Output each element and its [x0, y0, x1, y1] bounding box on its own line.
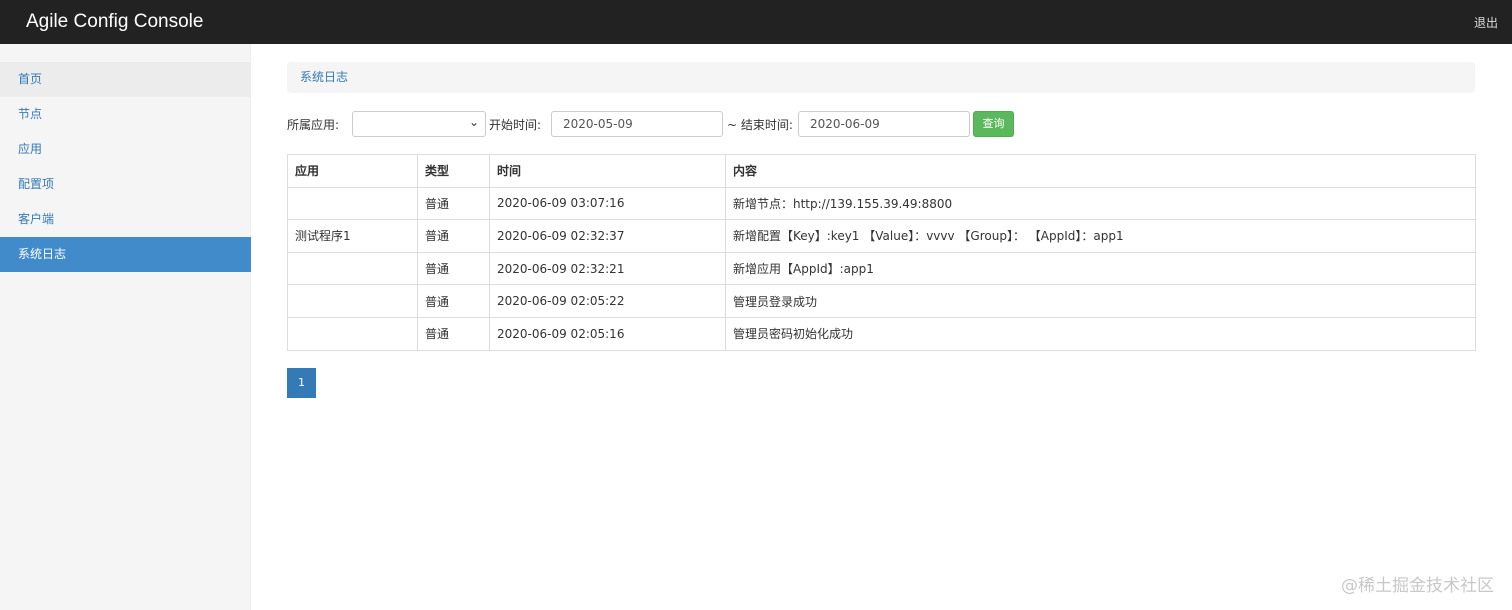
app-select[interactable]: ⌄ [352, 111, 486, 137]
sidebar-item-configs[interactable]: 配置项 [0, 167, 251, 202]
column-header-content: 内容 [725, 154, 1476, 188]
cell-app [287, 284, 418, 318]
cell-content: 新增应用【AppId】:app1 [725, 251, 1476, 286]
cell-time: 2020-06-09 02:32:37 [489, 219, 726, 253]
sidebar: 首页 节点 应用 配置项 客户端 系统日志 [0, 44, 251, 610]
sidebar-item-clients[interactable]: 客户端 [0, 202, 251, 237]
query-button[interactable]: 查询 [973, 111, 1014, 137]
cell-type: 普通 [417, 251, 490, 286]
top-navbar: Agile Config Console 退出 [0, 0, 1512, 44]
watermark: @稀土掘金技术社区 [1341, 576, 1494, 596]
app-filter-label: 所属应用: [287, 118, 340, 132]
sidebar-nav: 首页 节点 应用 配置项 客户端 系统日志 [0, 62, 251, 272]
table-row: 普通 2020-06-09 02:32:21 新增应用【AppId】:app1 [287, 251, 1476, 286]
cell-app [287, 251, 418, 286]
start-date-input[interactable]: 2020-05-09 [551, 111, 723, 137]
column-header-time: 时间 [489, 154, 726, 188]
sidebar-item-nodes[interactable]: 节点 [0, 97, 251, 132]
cell-type: 普通 [417, 284, 490, 318]
table-row: 普通 2020-06-09 02:05:22 管理员登录成功 [287, 284, 1476, 318]
column-header-type: 类型 [417, 154, 490, 188]
start-time-label: 开始时间: [489, 118, 542, 132]
table-row: 测试程序1 普通 2020-06-09 02:32:37 新增配置【Key】:k… [287, 219, 1476, 253]
logout-link[interactable]: 退出 [1474, 14, 1498, 31]
cell-content: 管理员密码初始化成功 [725, 316, 1476, 351]
cell-type: 普通 [417, 316, 490, 351]
sidebar-item-system-logs[interactable]: 系统日志 [0, 237, 251, 272]
cell-content: 新增节点：http://139.155.39.49:8800 [725, 186, 1476, 221]
cell-app [287, 186, 418, 221]
cell-content: 管理员登录成功 [725, 284, 1476, 318]
sidebar-item-home[interactable]: 首页 [0, 62, 251, 97]
end-date-input[interactable]: 2020-06-09 [798, 111, 970, 137]
breadcrumb: 系统日志 [287, 62, 1475, 93]
app-title[interactable]: Agile Config Console [26, 9, 203, 35]
cell-app: 测试程序1 [287, 219, 418, 253]
cell-type: 普通 [417, 219, 490, 253]
cell-time: 2020-06-09 02:05:22 [489, 284, 726, 318]
sidebar-item-apps[interactable]: 应用 [0, 132, 251, 167]
cell-time: 2020-06-09 02:32:21 [489, 251, 726, 286]
filter-bar: 所属应用: ⌄ 开始时间: 2020-05-09 ~ 结束时间: 2020-06… [287, 111, 1475, 137]
page-button-1[interactable]: 1 [287, 368, 316, 398]
end-time-label: ~ 结束时间: [727, 118, 793, 132]
log-table: 应用 类型 时间 内容 普通 2020-06-09 03:07:16 新增节点：… [287, 154, 1476, 351]
cell-time: 2020-06-09 03:07:16 [489, 186, 726, 221]
table-header-row: 应用 类型 时间 内容 [287, 154, 1476, 188]
cell-content: 新增配置【Key】:key1 【Value】：vvvv 【Group】： 【Ap… [725, 219, 1476, 253]
cell-time: 2020-06-09 02:05:16 [489, 316, 726, 351]
column-header-app: 应用 [287, 154, 418, 188]
chevron-down-icon: ⌄ [468, 115, 479, 129]
table-row: 普通 2020-06-09 02:05:16 管理员密码初始化成功 [287, 316, 1476, 351]
table-row: 普通 2020-06-09 03:07:16 新增节点：http://139.1… [287, 186, 1476, 221]
cell-app [287, 316, 418, 351]
cell-type: 普通 [417, 186, 490, 221]
